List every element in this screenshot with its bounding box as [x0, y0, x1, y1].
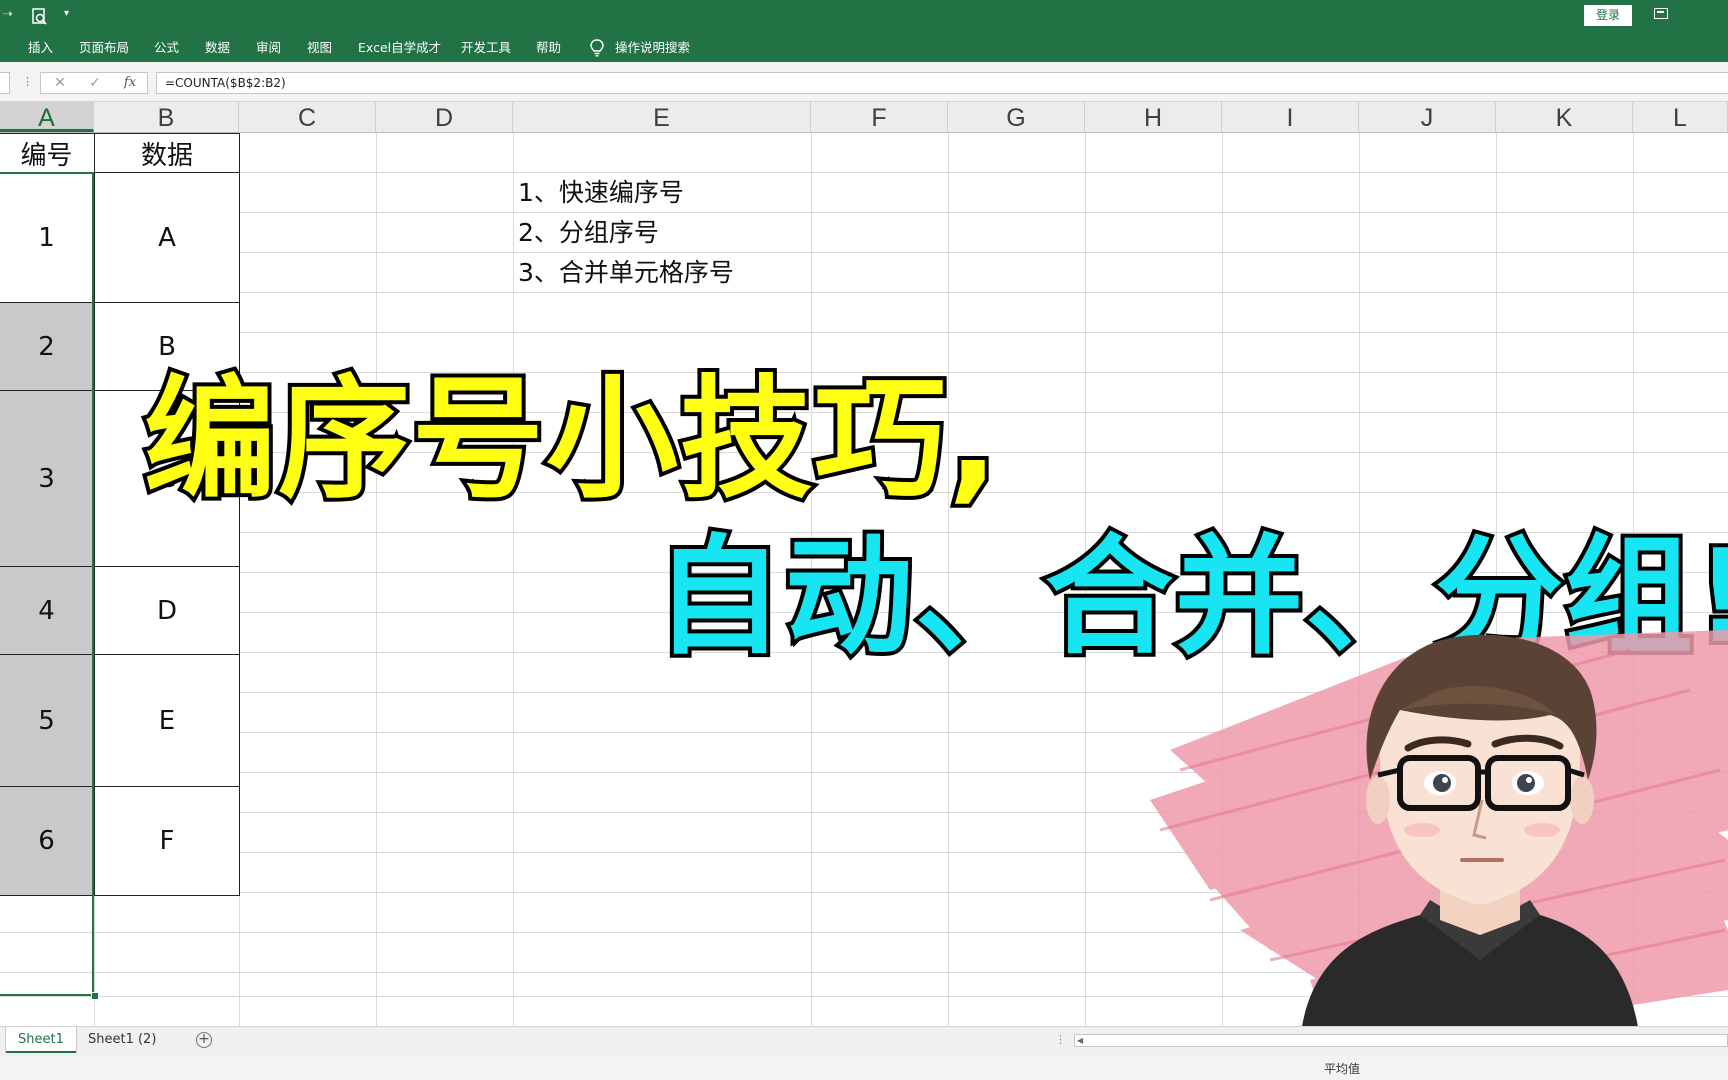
- tab-view[interactable]: 视图: [307, 33, 332, 62]
- horizontal-scrollbar[interactable]: ◀: [1074, 1034, 1728, 1047]
- column-header-i[interactable]: I: [1222, 102, 1359, 132]
- tab-insert[interactable]: 插入: [28, 33, 53, 62]
- gridline: [0, 292, 1728, 293]
- cell-b-row6[interactable]: F: [94, 786, 240, 896]
- tab-excel-self-study[interactable]: Excel自学成才: [358, 33, 441, 62]
- note-merged-cell-numbering[interactable]: 3、合并单元格序号: [518, 253, 734, 293]
- cell-a-row6[interactable]: 6: [0, 786, 95, 896]
- cell-b1[interactable]: 数据: [94, 133, 240, 174]
- column-header-b[interactable]: B: [94, 102, 239, 132]
- cancel-icon[interactable]: ✕: [49, 74, 71, 92]
- login-button[interactable]: 登录: [1584, 5, 1632, 26]
- column-headers: A B C D E F G H I J K L: [0, 102, 1728, 133]
- gridline: [0, 252, 1728, 253]
- cell-b-row4[interactable]: D: [94, 566, 240, 656]
- tab-help[interactable]: 帮助: [536, 33, 561, 62]
- cell-a-row5[interactable]: 5: [0, 654, 95, 788]
- column-header-a[interactable]: A: [0, 102, 94, 132]
- tab-page-layout[interactable]: 页面布局: [79, 33, 129, 62]
- print-preview-icon[interactable]: [32, 8, 48, 26]
- column-header-d[interactable]: D: [376, 102, 513, 132]
- sheet-tab-sheet1[interactable]: Sheet1: [6, 1027, 76, 1053]
- column-header-j[interactable]: J: [1359, 102, 1496, 132]
- tab-data[interactable]: 数据: [205, 33, 230, 62]
- enter-icon[interactable]: ✓: [84, 74, 106, 92]
- add-sheet-icon[interactable]: +: [196, 1032, 212, 1048]
- formula-buttons: ✕ ✓ fx: [40, 72, 148, 94]
- column-header-c[interactable]: C: [239, 102, 376, 132]
- presenter-avatar-illustration: [1150, 630, 1728, 1040]
- tab-developer[interactable]: 开发工具: [461, 33, 511, 62]
- cell-a1[interactable]: 编号: [0, 133, 95, 174]
- status-average: 平均值: [1324, 1062, 1361, 1076]
- cell-a-row2[interactable]: 2: [0, 302, 95, 392]
- headline-line1: 编序号小技巧,: [140, 361, 1002, 519]
- gridline: [0, 172, 1728, 173]
- gridline: [0, 212, 1728, 213]
- cell-a-row4[interactable]: 4: [0, 566, 95, 656]
- column-header-k[interactable]: K: [1496, 102, 1633, 132]
- cell-b-row1[interactable]: A: [94, 172, 240, 304]
- lightbulb-icon: [590, 39, 604, 57]
- formula-bar-resize-handle[interactable]: ⋮: [22, 75, 33, 89]
- cell-a-row3[interactable]: 3: [0, 390, 95, 568]
- gridline: [0, 332, 1728, 333]
- note-quick-numbering[interactable]: 1、快速编序号: [518, 173, 684, 213]
- cell-b-row5[interactable]: E: [94, 654, 240, 788]
- column-header-f[interactable]: F: [811, 102, 948, 132]
- ribbon-tabs: 插入 页面布局 公式 数据 审阅 视图 Excel自学成才 开发工具 帮助 操作…: [0, 33, 1728, 62]
- column-header-l[interactable]: L: [1633, 102, 1728, 132]
- formula-bar: ⋮ ✕ ✓ fx: [0, 62, 1728, 102]
- insert-function-icon[interactable]: fx: [119, 74, 141, 92]
- name-box[interactable]: [0, 72, 10, 94]
- sheet-tab-sheet1-copy[interactable]: Sheet1 (2): [76, 1027, 168, 1053]
- column-header-e[interactable]: E: [513, 102, 811, 132]
- scroll-left-icon[interactable]: ◀: [1077, 1036, 1083, 1046]
- ribbon-display-options-icon[interactable]: [1654, 8, 1668, 19]
- tab-formulas[interactable]: 公式: [154, 33, 179, 62]
- formula-input[interactable]: [156, 72, 1728, 94]
- qat-customize-icon[interactable]: ▾: [64, 8, 69, 28]
- fill-handle[interactable]: [91, 992, 99, 1000]
- qat-arrow-icon[interactable]: ➝: [2, 7, 13, 27]
- column-header-g[interactable]: G: [948, 102, 1085, 132]
- sheet-tab-bar: Sheet1 Sheet1 (2) + ⋮ ◀: [0, 1026, 1728, 1056]
- status-bar: 平均值: [0, 1056, 1728, 1080]
- tab-review[interactable]: 审阅: [256, 33, 281, 62]
- tell-me-search[interactable]: 操作说明搜索: [615, 33, 690, 62]
- column-header-h[interactable]: H: [1085, 102, 1222, 132]
- note-group-numbering[interactable]: 2、分组序号: [518, 213, 659, 253]
- scroll-split-handle[interactable]: ⋮: [1055, 1033, 1066, 1046]
- title-bar: ➝ ▾ 登录: [0, 0, 1728, 33]
- cell-a-row1[interactable]: 1: [0, 172, 95, 304]
